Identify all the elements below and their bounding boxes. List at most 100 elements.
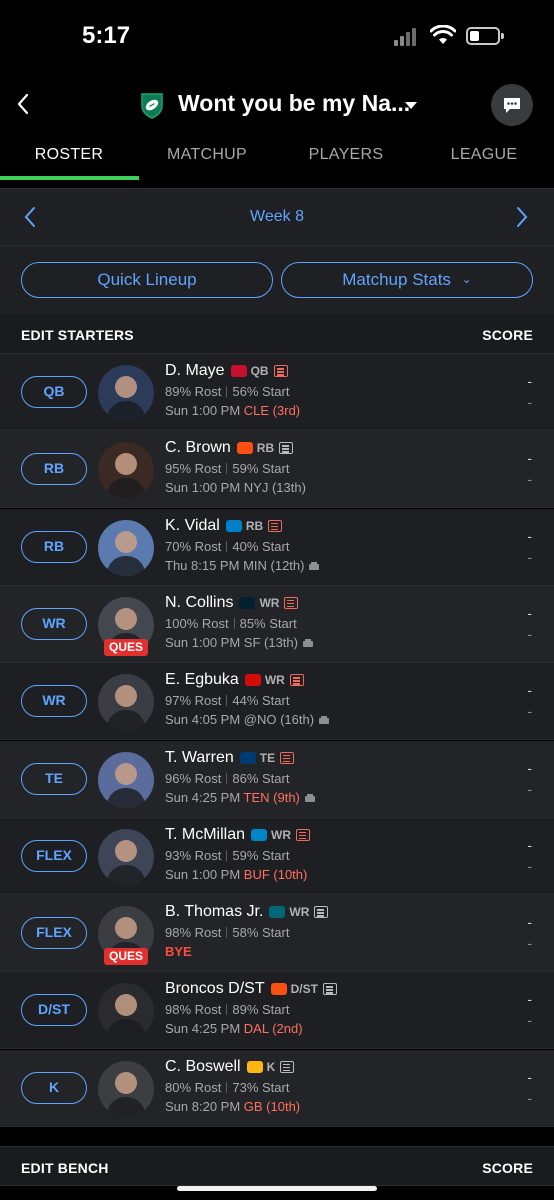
chat-button[interactable] bbox=[491, 84, 533, 126]
ownership-stats: 95% Rost 59% Start bbox=[165, 461, 289, 476]
player-name-line: K. Vidal RB bbox=[165, 515, 283, 537]
lineup-slot-button[interactable]: K bbox=[21, 1071, 87, 1104]
rostered-pct: 80% Rost bbox=[165, 1079, 222, 1095]
news-icon[interactable] bbox=[268, 519, 283, 532]
player-headshot[interactable] bbox=[98, 519, 154, 576]
injury-status-badge: QUES bbox=[104, 948, 148, 966]
tab-roster[interactable]: ROSTER bbox=[0, 146, 138, 164]
player-headshot[interactable] bbox=[98, 828, 154, 885]
player-row[interactable]: D/ST Broncos D/ST D/ST 98% Rost 89% Start Sun… bbox=[0, 972, 554, 1050]
game-time: Sun 1:00 PM bbox=[165, 403, 241, 418]
rostered-pct: 98% Rost bbox=[165, 925, 222, 941]
caret-down-icon[interactable] bbox=[404, 100, 418, 110]
chevron-left-icon[interactable] bbox=[12, 90, 36, 118]
player-name[interactable]: Broncos D/ST bbox=[165, 980, 265, 998]
news-icon[interactable] bbox=[322, 983, 337, 996]
news-icon[interactable] bbox=[280, 1060, 295, 1073]
player-row[interactable]: QB D. Maye QB 89% Rost 56% Start Sun 1:00 PM … bbox=[0, 354, 554, 431]
player-name[interactable]: B. Thomas Jr. bbox=[165, 903, 263, 921]
stadium-icon bbox=[309, 561, 320, 570]
player-name[interactable]: C. Brown bbox=[165, 439, 231, 457]
player-headshot[interactable] bbox=[98, 674, 154, 731]
status-time: 5:17 bbox=[82, 22, 131, 49]
news-icon[interactable] bbox=[279, 442, 294, 455]
actual-score: - bbox=[527, 625, 532, 642]
player-row[interactable]: RB K. Vidal RB 70% Rost 40% Start Thu 8:15 PM… bbox=[0, 508, 554, 586]
player-name[interactable]: E. Egbuka bbox=[165, 671, 239, 689]
lineup-slot-button[interactable]: FLEX bbox=[21, 917, 87, 950]
league-name[interactable]: Wont you be my Na... bbox=[178, 90, 410, 117]
projected-score: - bbox=[527, 682, 532, 699]
projected-score: - bbox=[527, 450, 532, 467]
player-name[interactable]: C. Boswell bbox=[165, 1058, 241, 1076]
stadium-icon bbox=[319, 716, 330, 725]
player-row[interactable]: FLEX T. McMillan WR 93% Rost 59% Start Sun 1:… bbox=[0, 817, 554, 895]
news-icon[interactable] bbox=[284, 596, 299, 609]
player-name-line: D. Maye QB bbox=[165, 360, 288, 382]
tab-league[interactable]: LEAGUE bbox=[415, 146, 553, 164]
player-headshot[interactable] bbox=[98, 983, 154, 1040]
player-headshot[interactable] bbox=[98, 442, 154, 499]
ownership-stats: 93% Rost 59% Start bbox=[165, 848, 289, 863]
player-row[interactable]: RB C. Brown RB 95% Rost 59% Start Sun 1:00 PM… bbox=[0, 431, 554, 509]
actual-score: - bbox=[527, 1012, 532, 1029]
quick-lineup-label: Quick Lineup bbox=[97, 270, 197, 289]
quick-lineup-button[interactable]: Quick Lineup bbox=[21, 262, 273, 298]
player-name-line: T. Warren TE bbox=[165, 747, 295, 769]
lineup-slot-button[interactable]: TE bbox=[21, 762, 87, 795]
player-name[interactable]: K. Vidal bbox=[165, 517, 220, 535]
lineup-slot-button[interactable]: D/ST bbox=[21, 994, 87, 1027]
player-row[interactable]: FLEX QUES B. Thomas Jr. WR 98% Rost 58% Start… bbox=[0, 895, 554, 973]
rostered-pct: 93% Rost bbox=[165, 847, 222, 863]
lineup-slot-button[interactable]: WR bbox=[21, 685, 87, 718]
edit-starters-link[interactable]: EDIT STARTERS bbox=[21, 327, 134, 343]
opponent-rank: MIN (12th) bbox=[243, 557, 305, 573]
week-label[interactable]: Week 8 bbox=[0, 208, 554, 226]
started-pct: 59% Start bbox=[232, 461, 290, 477]
lineup-slot-button[interactable]: QB bbox=[21, 376, 87, 408]
projected-score: - bbox=[527, 373, 532, 389]
lineup-slot-button[interactable]: FLEX bbox=[21, 839, 87, 872]
news-icon[interactable] bbox=[280, 751, 295, 764]
edit-bench-link[interactable]: EDIT BENCH bbox=[21, 1160, 109, 1176]
player-name[interactable]: T. Warren bbox=[165, 749, 234, 767]
player-row[interactable]: WR QUES N. Collins WR 100% Rost 85% Start Sun … bbox=[0, 585, 554, 663]
lineup-slot-button[interactable]: WR bbox=[21, 607, 87, 640]
news-icon[interactable] bbox=[273, 365, 288, 377]
player-row[interactable]: WR E. Egbuka WR 97% Rost 44% Start Sun 4:05 P… bbox=[0, 663, 554, 741]
rostered-pct: 95% Rost bbox=[165, 461, 222, 477]
started-pct: 58% Start bbox=[232, 925, 290, 941]
player-name[interactable]: T. McMillan bbox=[165, 826, 245, 844]
game-time: Sun 4:05 PM bbox=[165, 712, 241, 728]
bench-score-column-label: SCORE bbox=[482, 1160, 533, 1176]
player-headshot[interactable] bbox=[98, 365, 154, 421]
team-logo-icon bbox=[239, 751, 256, 764]
status-bar: 5:17 bbox=[0, 0, 554, 76]
lineup-slot-button[interactable]: RB bbox=[21, 453, 87, 486]
projected-score: - bbox=[527, 604, 532, 621]
lineup-slot-button[interactable]: RB bbox=[21, 530, 87, 563]
player-row[interactable]: TE T. Warren TE 96% Rost 86% Start Sun 4:25 P… bbox=[0, 740, 554, 818]
tab-matchup[interactable]: MATCHUP bbox=[138, 146, 276, 164]
projected-score: - bbox=[527, 914, 532, 931]
news-icon[interactable] bbox=[289, 674, 304, 687]
matchup-stats-button[interactable]: Matchup Stats ⌄ bbox=[281, 262, 533, 298]
player-headshot[interactable] bbox=[98, 751, 154, 808]
player-name[interactable]: N. Collins bbox=[165, 594, 233, 612]
rostered-pct: 97% Rost bbox=[165, 693, 222, 709]
ownership-stats: 97% Rost 44% Start bbox=[165, 693, 289, 708]
chevron-down-icon: ⌄ bbox=[461, 272, 472, 286]
actual-score: - bbox=[527, 548, 532, 565]
team-logo-icon bbox=[246, 1060, 263, 1073]
matchup-stats-label: Matchup Stats bbox=[342, 270, 451, 289]
tab-players[interactable]: PLAYERS bbox=[277, 146, 415, 164]
player-headshot[interactable] bbox=[98, 1060, 154, 1117]
started-pct: 85% Start bbox=[239, 615, 297, 631]
next-week-icon[interactable] bbox=[514, 206, 530, 228]
player-name[interactable]: D. Maye bbox=[165, 362, 225, 380]
news-icon[interactable] bbox=[296, 828, 311, 841]
ownership-stats: 98% Rost 89% Start bbox=[165, 1002, 289, 1017]
news-icon[interactable] bbox=[314, 906, 329, 919]
actual-score: - bbox=[527, 935, 532, 952]
player-row[interactable]: K C. Boswell K 80% Rost 73% Start Sun 8:20 PM… bbox=[0, 1049, 554, 1127]
